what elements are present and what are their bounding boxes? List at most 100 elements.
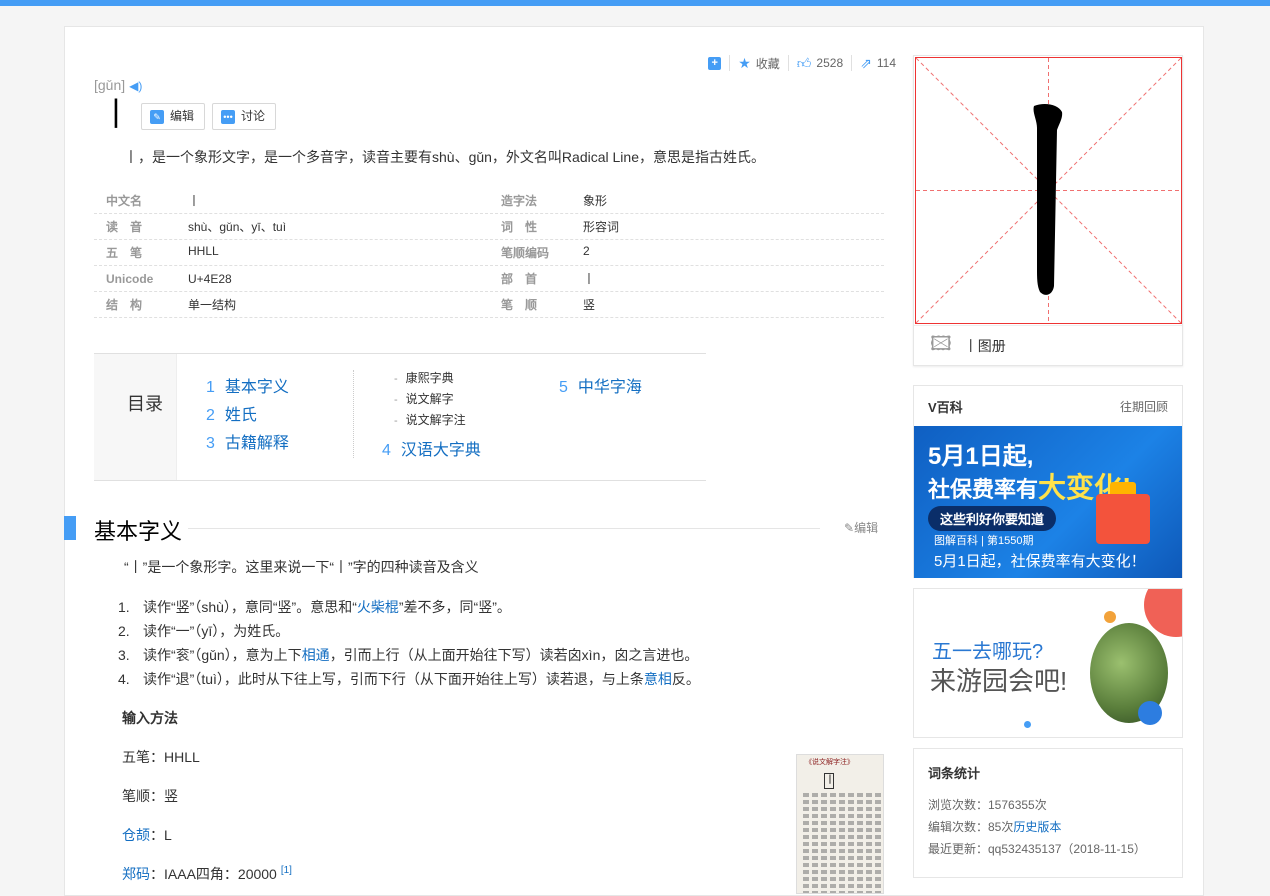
list-number: 2. [118,623,130,639]
cangjie-line: 仓颉：L [122,825,172,845]
edit-label: 编辑 [170,109,195,123]
toc-sub-label: 说文解字注 [405,413,466,427]
cangjie-value: ：L [150,827,172,843]
toc-subitem-kangxi[interactable]: - 康熙字典 [394,369,454,386]
toc-label: 姓氏 [224,407,257,424]
character-image-box[interactable]: 🖾 丨图册 [913,55,1183,366]
like-count: 2528 [816,56,844,70]
section-divider [188,528,820,529]
entry-stats: 词条统计 浏览次数：1576355次 编辑次数：85次历史版本 最近更新：qq5… [913,748,1183,878]
basic-info-table: 中文名丨 造字法 象形 读 音 shù、gǔn、yī、tuì 词 性形容词 五 笔H… [94,188,884,318]
info-value: 丨 [188,194,201,208]
info-key: 五 笔 [106,246,143,260]
toc-item-hanyu-dictionary[interactable]: 4 汉语大字典 [382,436,481,460]
toc-subitem-shuowen[interactable]: - 说文解字 [394,390,454,407]
gallery-link[interactable]: 🖾 丨图册 [914,325,1182,365]
like-button[interactable]: 👍︎ 2528 [787,54,851,71]
decor-circle [1144,589,1182,637]
link-zhengma[interactable]: 郑码 [122,866,150,882]
vbaike-header: V百科 往期回顾 [914,386,1182,426]
speaker-icon[interactable]: ◀) [129,79,142,93]
toc-item-ancient-texts[interactable]: 3 古籍解释 [206,429,289,453]
toc-item-basic-meaning[interactable]: 1 基本字义 [206,373,289,397]
banner-pill: 这些利好你要知道 [928,506,1057,531]
info-row: 五 笔 HHLL 笔顺编码 2 [94,240,884,266]
share-count: 114 [876,56,896,70]
pencil-icon: ✎ [844,521,855,535]
gallery-label: 丨图册 [963,337,1006,354]
toc-num: 4 [382,442,391,459]
shuowen-book-image[interactable]: 《说文解字注》 丨 [796,754,884,894]
info-value: 形容词 [583,220,620,234]
toc-num: 5 [559,379,568,396]
info-key: 部 首 [501,272,538,286]
vbaike-history-link[interactable]: 往期回顾 [1120,398,1168,415]
toc-item-surname[interactable]: 2 姓氏 [206,401,257,425]
info-key: 词 性 [501,220,538,234]
stats-views: 浏览次数：1576355次 [928,798,1047,812]
list-text: 读作“衮”（gǔn），意为上下 [143,647,302,663]
pinyin-text: [gǔn] [94,77,126,93]
list-item: 1. 读作“竖”（shù），意同“竖”。意思和“火柴棍”差不多，同“竖”。 [118,596,700,620]
zhengma-line: 郑码：IAAA四角：20000 [1] [122,864,292,884]
info-value: HHLL [188,244,219,258]
favorite-label: 收藏 [755,56,780,71]
history-version-link[interactable]: 历史版本 [1013,820,1061,834]
bullet: - [394,373,398,385]
section-marker [64,516,76,540]
link-xiangtong[interactable]: 相通 [302,647,330,663]
book-text-columns [803,793,881,893]
edit-button[interactable]: ✎ 编辑 [141,103,206,130]
bullet: - [394,415,398,427]
thumbs-up-icon: 👍︎ [796,54,812,71]
meaning-list: 1. 读作“竖”（shù），意同“竖”。意思和“火柴棍”差不多，同“竖”。 2. 读… [118,596,700,692]
carousel-dot[interactable] [1024,721,1031,728]
input-method-title: 输入方法 [122,710,178,726]
share-button[interactable]: ⇗ 114 [851,55,904,71]
link-cangjie[interactable]: 仓颉 [122,827,150,843]
toc-sub-label: 说文解字 [405,392,454,406]
picture-icon: 🖾 [930,332,952,355]
info-key: 结 构 [106,298,143,312]
toc-subitem-shuowen-notes[interactable]: - 说文解字注 [394,411,466,428]
link-huochaigun[interactable]: 火柴棍 [357,599,399,615]
toc-header: 目录 [94,354,177,480]
favorite-button[interactable]: ★ 收藏 [729,55,788,71]
promo-ad[interactable]: 五一去哪玩? 来游园会吧! [913,588,1183,738]
decor-circle-blue [1138,701,1162,725]
list-item: 2. 读作“一”（yī），为姓氏。 [118,620,700,644]
discuss-label: 讨论 [241,109,266,123]
list-number: 4. [118,671,130,687]
section-edit-button[interactable]: ✎编辑 [844,519,878,536]
add-button[interactable]: + [700,55,729,71]
link-yixiang[interactable]: 意相 [644,671,672,687]
section-intro: “丨”是一个象形字。这里来说一下“丨”字的四种读音及含义 [124,559,479,575]
list-text: 读作“退”（tuì），此时从下往上写，引而下行（从下面开始往上写）读若退，与上条 [143,671,644,687]
vbaike-banner[interactable]: 5月1日起, 社保费率有大变化! 这些利好你要知道 图解百科 | 第1550期 … [914,426,1182,578]
list-text: ，引而上行（从上面开始往下写）读若囟xìn，囟之言进也。 [329,647,699,663]
section-edit-label: 编辑 [854,521,879,535]
entry-tools: + ★ 收藏 👍︎ 2528 ⇗ 114 [700,55,904,71]
info-row: 读 音 shù、gǔn、yī、tuì 词 性 形容词 [94,214,884,240]
banner-meta: 图解百科 | 第1550期 [934,535,1034,547]
pinyin-label: [gǔn] ◀) [94,77,142,93]
toc-item-zhonghua-zihai[interactable]: 5 中华字海 [559,373,642,397]
info-value: 竖 [583,298,596,312]
ad-line1: 五一去哪玩? [932,641,1044,663]
vbaike-title: V百科 [928,399,963,415]
discuss-button[interactable]: ••• 讨论 [212,103,277,130]
section-title: 基本字义 [94,519,183,544]
list-text: 反。 [671,671,700,687]
vbaike-box: V百科 往期回顾 5月1日起, 社保费率有大变化! 这些利好你要知道 图解百科 … [913,385,1183,578]
list-text: 读作“一”（yī），为姓氏。 [143,623,290,639]
reference-link[interactable]: [1] [281,865,292,876]
toc-label: 中华字海 [577,379,642,396]
star-icon: ★ [738,54,751,71]
toc-label: 古籍解释 [224,435,289,452]
stats-title: 词条统计 [928,766,981,781]
stats-edits: 编辑次数：85次历史版本 [928,818,1168,840]
toc-title: 目录 [127,394,163,414]
list-text: ”差不多，同“竖”。 [398,599,511,615]
toc-divider [353,370,354,458]
edits-count: 编辑次数：85次 [928,820,1014,834]
